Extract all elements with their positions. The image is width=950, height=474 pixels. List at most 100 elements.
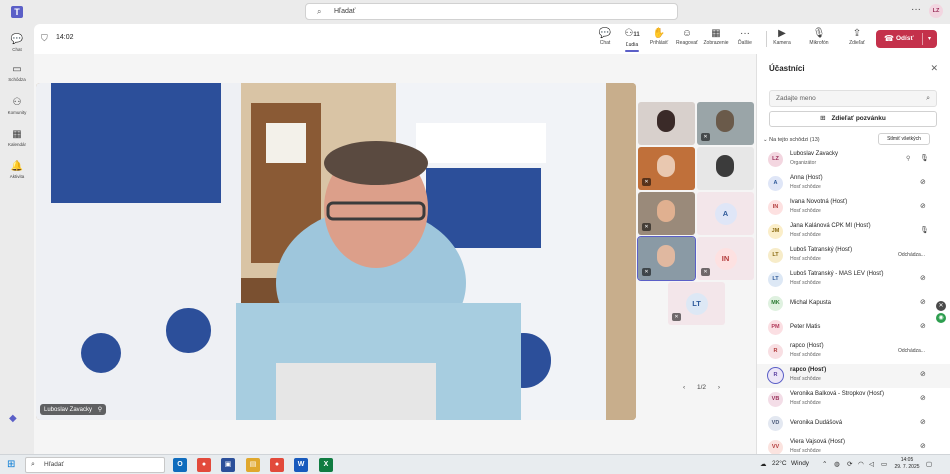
weather-temp[interactable]: 22°C [772, 460, 787, 467]
chrome-profile-icon[interactable]: ● [270, 458, 284, 474]
user-avatar[interactable]: LZ [929, 4, 943, 18]
participant-row[interactable]: MK Michal Kapusta ⊘ [757, 292, 950, 316]
gallery-tile[interactable] [697, 147, 754, 190]
mic-icon[interactable]: 🎙 [920, 154, 929, 162]
raise-hand-button[interactable]: ✋ Prihlásiť [644, 27, 674, 51]
mic-off-icon[interactable]: ⊘ [920, 298, 926, 306]
rail-item-1[interactable]: ▭ Schôdza [0, 64, 34, 92]
teams-window: T ⌕ Hľadať ··· LZ 💬 Chat ▭ Schôdza ⚇ Komunity… [0, 0, 950, 474]
gallery-tile[interactable]: ✕ [697, 102, 754, 145]
camera-button[interactable]: ▶ Kamera [767, 27, 797, 51]
pin-icon[interactable]: ⚲ [906, 155, 910, 162]
mic-button[interactable]: 🎙 Mikrofón [804, 27, 834, 51]
mic-off-icon[interactable]: ⊘ [920, 394, 926, 402]
participant-row[interactable]: IN Ivana Novotná (Hosť) Hosť schôdze ⊘ [757, 196, 950, 220]
participant-row[interactable]: VD Veronika Dudášová ⊘ [757, 412, 950, 436]
chevron-down-icon: ⌄ [763, 137, 768, 143]
system-clock[interactable]: 14:05 29. 7. 2025 [893, 457, 921, 471]
react-button[interactable]: ☺ Reagovať [672, 27, 702, 51]
mic-icon[interactable]: 🎙 [920, 226, 929, 234]
section-header[interactable]: ⌄ Na tejto schôdzi (13) [763, 137, 820, 143]
rail-item-4[interactable]: 🔔 Aktivita [0, 161, 34, 189]
people-label: Ľudia [625, 42, 639, 48]
gallery-tile[interactable]: ✕ [638, 147, 695, 190]
share-invite-button[interactable]: ⊞ Zdieľať pozvánku [769, 111, 937, 127]
leave-button[interactable]: ☎ Odísť ▾ [876, 30, 937, 48]
participant-search-input[interactable]: Zadajte meno ⌕ [769, 90, 937, 107]
mic-off-icon: ✕ [701, 133, 710, 141]
mic-off-icon[interactable]: ⊘ [920, 322, 926, 330]
participant-avatar: IN [768, 200, 783, 215]
battery-icon[interactable]: ▭ [881, 460, 887, 468]
participant-row[interactable]: Rrapco (Hosť) Hosť schôdze Odchádza... [757, 340, 950, 364]
view-label: Zobrazenie [703, 40, 729, 46]
pager-prev-icon[interactable]: ‹ [683, 384, 685, 391]
participant-role: Hosť schôdze [790, 352, 821, 358]
recording-badge-icon[interactable]: ◉ [936, 313, 946, 323]
chrome-icon[interactable]: ● [197, 458, 211, 472]
rail-item-0[interactable]: 💬 Chat [0, 34, 34, 62]
gallery-tile[interactable]: ✕ [637, 236, 696, 281]
rail-item-label: Komunity [7, 110, 27, 115]
rail-item-2[interactable]: ⚇ Komunity [0, 97, 34, 125]
chevron-up-icon[interactable]: ⌃ [822, 460, 827, 468]
speaker-icon[interactable]: ◁ [869, 460, 874, 468]
participant-row[interactable]: JM Jana Kalánová CPK MI (Hosť) Hosť schôdz… [757, 220, 950, 244]
file-explorer-icon[interactable]: ▤ [246, 458, 260, 472]
participant-row[interactable]: PM Peter Matis ⊘ [757, 316, 950, 340]
outlook-icon[interactable]: O [173, 458, 187, 474]
more-label: Ďalšie [738, 40, 752, 46]
meeting-toolbar: ⛉ 14:02 💬 Chat ⚇11 Ľudia ✋ Prihlásiť ☺ R… [34, 24, 950, 54]
chevron-down-icon[interactable]: ▾ [928, 30, 931, 48]
mute-all-button[interactable]: Stlmiť všetkých [878, 133, 930, 145]
pager-next-icon[interactable]: › [718, 384, 720, 391]
more-button[interactable]: ··· Ďalšie [730, 27, 760, 51]
gallery-tile[interactable]: LT ✕ [668, 282, 725, 325]
people-button[interactable]: ⚇11 Ľudia [617, 27, 647, 52]
mic-off-icon: ✕ [642, 178, 651, 186]
participant-row[interactable]: LT Luboš Tatranský (Hosť) Hosť schôdze Odch… [757, 244, 950, 268]
gallery-tile[interactable] [638, 102, 695, 145]
gallery-tile[interactable]: A [697, 192, 754, 235]
pin-icon: ⚲ [97, 407, 103, 413]
participant-row[interactable]: VV Viera Vajsová (Hosť) Hosť schôdze ⊘ [757, 436, 950, 454]
wifi-icon[interactable]: ◠ [858, 460, 864, 468]
apps-diamond-icon[interactable]: ◆ [9, 413, 17, 424]
mic-off-icon[interactable]: ⊘ [920, 178, 926, 186]
participant-row[interactable]: LT Luboš Tatranský - MAS LEV (Hosť) Hosť s… [757, 268, 950, 292]
mic-off-icon[interactable]: ⊘ [920, 418, 926, 426]
excel-icon[interactable]: X [319, 458, 333, 474]
participant-row[interactable]: VB Veronika Balková - Stropkov (Hosť) Hosť… [757, 388, 950, 412]
gallery-tile[interactable]: IN ✕ [697, 237, 754, 280]
participant-role: Hosť schôdze [790, 400, 821, 406]
save-app-icon[interactable]: ▣ [221, 458, 235, 472]
tray-app-icon[interactable]: ◍ [834, 460, 840, 468]
calendar-icon: ▦ [12, 129, 22, 140]
participant-row[interactable]: LZ Luboslav Zavacky Organizátor ⚲ 🎙 [757, 148, 950, 172]
mic-off-icon[interactable]: ⊘ [920, 370, 926, 378]
mic-off-icon[interactable]: ⊘ [920, 274, 926, 282]
windows-start-icon[interactable]: ⊞ [7, 459, 15, 471]
main-speaker-video[interactable]: Luboslav Zavacky ⚲ [36, 83, 636, 420]
mic-off-icon[interactable]: ⊘ [920, 442, 926, 450]
global-search-input[interactable]: ⌕ Hľadať [305, 3, 678, 20]
participant-row[interactable]: Rrapco (Hosť) Hosť schôdze ⊘ [757, 364, 950, 388]
mic-off-icon[interactable]: ⊘ [920, 202, 926, 210]
rail-item-3[interactable]: ▦ Kalendár [0, 129, 34, 157]
word-icon[interactable]: W [294, 458, 308, 474]
share-button[interactable]: ⇪ Zdieľať [842, 27, 872, 51]
participant-row[interactable]: A Anna (Hosť) Hosť schôdze ⊘ [757, 172, 950, 196]
weather-icon[interactable]: ☁ [760, 460, 767, 468]
chat-button[interactable]: 💬 Chat [590, 27, 620, 51]
notifications-icon[interactable]: ▢ [926, 460, 932, 468]
weather-desc[interactable]: Windy [791, 460, 809, 467]
participant-name: Veronika Balková - Stropkov (Hosť) [790, 391, 884, 397]
gallery-tile[interactable]: ✕ [638, 192, 695, 235]
more-options-icon[interactable]: ··· [911, 4, 921, 15]
participant-video [716, 110, 734, 132]
close-icon[interactable]: ✕ [930, 63, 938, 74]
view-button[interactable]: ▦ Zobrazenie [701, 27, 731, 51]
tray-sync-icon[interactable]: ⟳ [847, 460, 852, 468]
taskbar-search-input[interactable]: ⌕ Hľadať [25, 457, 165, 473]
close-badge-icon[interactable]: ✕ [936, 301, 946, 311]
